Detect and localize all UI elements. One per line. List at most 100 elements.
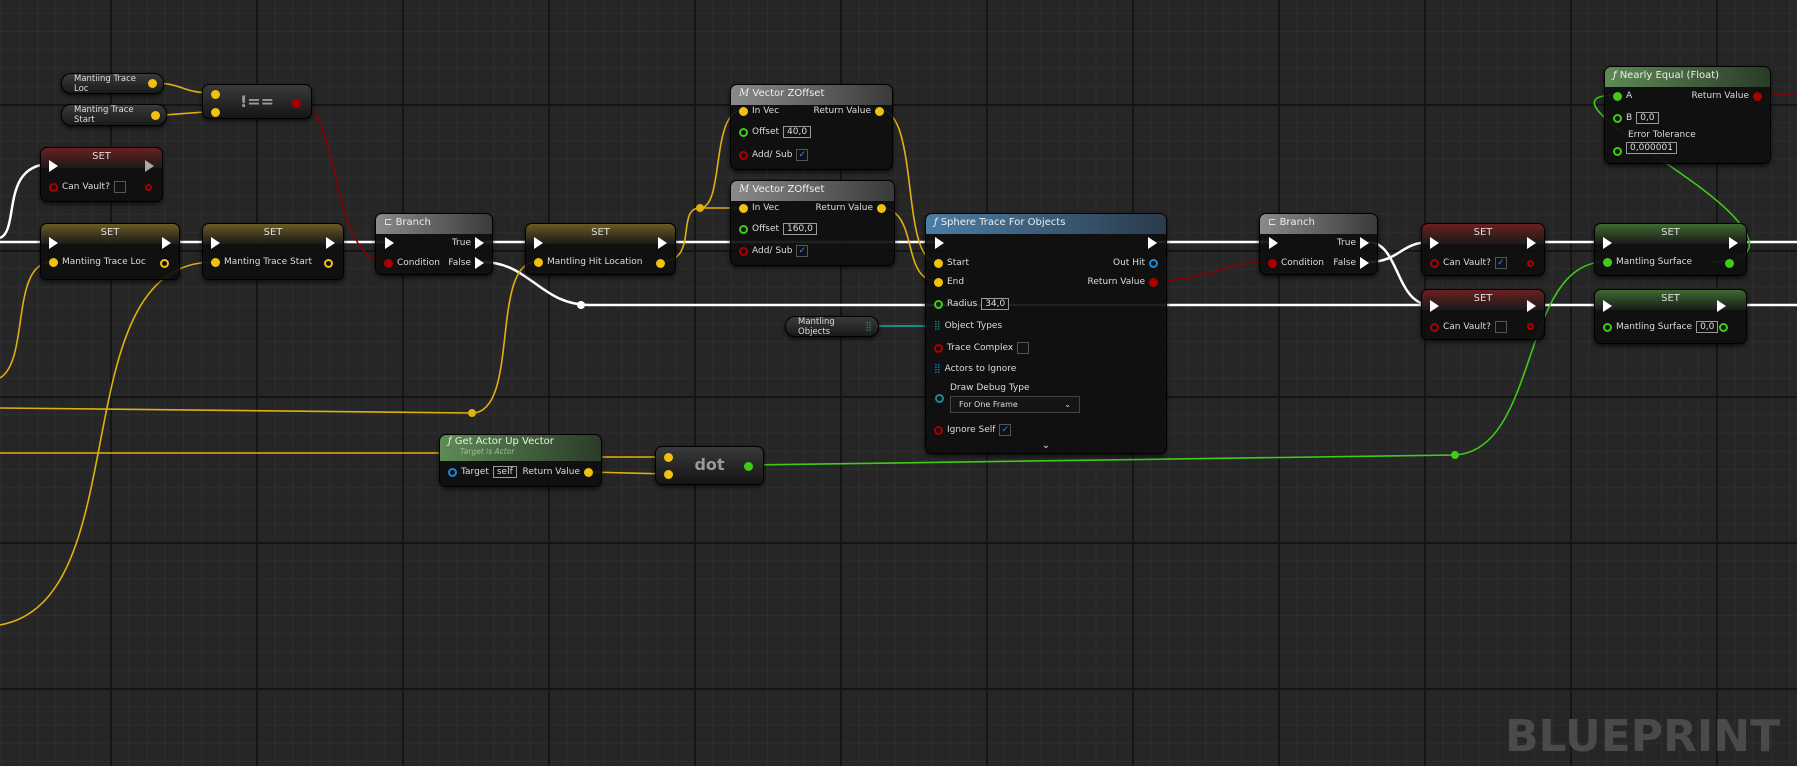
sphere-trace-for-objects-node[interactable]: ƒ Sphere Trace For Objects Start Out Hit… [925, 213, 1167, 454]
vector-zoffset-node[interactable]: M Vector ZOffset In Vec Return Value Off… [730, 180, 895, 266]
exec-out-pin[interactable] [1148, 237, 1157, 249]
exec-out-pin[interactable] [326, 237, 335, 249]
vector-pin[interactable] [148, 79, 157, 88]
offset-pin[interactable] [739, 127, 748, 137]
exec-in-pin[interactable] [534, 237, 543, 249]
bool-pin[interactable] [49, 182, 58, 192]
return-value-pin[interactable] [875, 106, 884, 116]
exec-out-pin[interactable] [1729, 237, 1738, 249]
return-value-pin[interactable] [584, 467, 593, 477]
bool-out-pin[interactable] [145, 184, 152, 191]
return-value-pin[interactable] [1753, 91, 1762, 101]
get-manting-trace-start[interactable]: Manting Trace Start [61, 104, 167, 126]
add-sub-checkbox[interactable]: ✓ [796, 245, 809, 257]
can-vault-checkbox[interactable] [113, 181, 126, 193]
draw-debug-type-dropdown[interactable]: For One Frame ⌄ [950, 396, 1080, 413]
ignore-self-pin[interactable] [934, 425, 943, 435]
can-vault-checkbox[interactable]: ✓ [1494, 257, 1507, 269]
set-mantling-surface-node[interactable]: SET Mantling Surface [1594, 223, 1747, 276]
target-pin[interactable] [448, 467, 457, 477]
output-pin[interactable] [744, 462, 753, 471]
mantling-surface-input[interactable]: 0,0 [1696, 321, 1719, 333]
offset-input[interactable]: 40,0 [783, 126, 812, 138]
output-pin[interactable] [292, 99, 301, 108]
trace-complex-pin[interactable] [934, 343, 943, 353]
bool-out-pin[interactable] [1527, 260, 1534, 267]
can-vault-checkbox[interactable] [1494, 321, 1507, 333]
add-sub-pin[interactable] [739, 246, 748, 256]
exec-in-pin[interactable] [49, 160, 58, 172]
set-can-vault-node[interactable]: SET Can Vault? [40, 147, 163, 202]
end-pin[interactable] [934, 277, 943, 287]
exec-out-pin[interactable] [145, 160, 154, 172]
dot-product-node[interactable]: dot [655, 446, 764, 485]
exec-out-pin[interactable] [1527, 237, 1536, 249]
exec-in-pin[interactable] [1269, 237, 1278, 249]
b-pin[interactable] [1613, 113, 1622, 123]
vector-pin[interactable] [151, 110, 160, 120]
exec-out-pin[interactable] [162, 237, 171, 249]
exec-in-pin[interactable] [935, 237, 944, 249]
nearly-equal-float-node[interactable]: ƒ Nearly Equal (Float) A Return Value B0… [1604, 66, 1771, 164]
exec-in-pin[interactable] [1603, 300, 1612, 312]
condition-pin[interactable] [1268, 258, 1277, 268]
float-out-pin[interactable] [1725, 259, 1734, 268]
false-exec-pin[interactable] [1360, 257, 1369, 269]
return-value-pin[interactable] [1149, 277, 1158, 287]
exec-in-pin[interactable] [1603, 237, 1612, 249]
exec-out-pin[interactable] [658, 237, 667, 249]
return-value-pin[interactable] [877, 203, 886, 213]
true-exec-pin[interactable] [475, 237, 484, 249]
in-vec-pin[interactable] [739, 106, 748, 116]
branch-node[interactable]: ⊏ Branch True Condition False [375, 213, 493, 275]
exec-out-pin[interactable] [1527, 300, 1536, 312]
a-pin[interactable] [1613, 91, 1622, 101]
radius-pin[interactable] [934, 299, 943, 309]
offset-pin[interactable] [739, 224, 748, 234]
ignore-self-checkbox[interactable]: ✓ [999, 424, 1012, 436]
true-exec-pin[interactable] [1360, 237, 1369, 249]
set-mantling-hit-location-node[interactable]: SET Mantling Hit Location [525, 223, 676, 275]
vector-out-pin[interactable] [160, 259, 169, 268]
vector-pin[interactable] [211, 257, 220, 267]
branch-node[interactable]: ⊏ Branch True Condition False [1259, 213, 1378, 275]
float-out-pin[interactable] [1719, 323, 1728, 332]
trace-complex-checkbox[interactable] [1017, 342, 1030, 354]
exec-in-pin[interactable] [211, 237, 220, 249]
get-mantling-trace-loc[interactable]: Mantiing Trace Loc [61, 73, 164, 94]
exec-in-pin[interactable] [49, 237, 58, 249]
bool-out-pin[interactable] [1527, 323, 1534, 330]
in-vec-pin[interactable] [739, 203, 748, 213]
vector-out-pin[interactable] [656, 259, 665, 268]
start-pin[interactable] [934, 258, 943, 268]
get-mantling-objects[interactable]: Mantling Objects ⣿ [785, 316, 879, 337]
set-manting-trace-start-node[interactable]: SET Manting Trace Start [202, 223, 344, 280]
draw-debug-pin[interactable] [935, 394, 944, 403]
float-pin[interactable] [1603, 257, 1612, 267]
radius-input[interactable]: 34,0 [981, 298, 1010, 310]
vector-zoffset-node[interactable]: M Vector ZOffset In Vec Return Value Off… [730, 84, 893, 170]
array-pin-icon[interactable]: ⣿ [934, 364, 941, 374]
set-mantling-trace-loc-node[interactable]: SET Mantiing Trace Loc [40, 223, 180, 280]
error-tolerance-pin[interactable] [1613, 147, 1622, 156]
b-input[interactable]: 0,0 [1636, 112, 1659, 124]
offset-input[interactable]: 160,0 [783, 223, 817, 235]
array-pin-icon[interactable]: ⣿ [934, 321, 941, 331]
target-input[interactable]: self [492, 466, 517, 478]
bool-pin[interactable] [1430, 322, 1439, 332]
vector-out-pin[interactable] [324, 259, 333, 268]
vector-pin[interactable] [49, 257, 58, 267]
exec-in-pin[interactable] [1430, 237, 1439, 249]
add-sub-pin[interactable] [739, 150, 748, 160]
error-tolerance-input[interactable]: 0,000001 [1626, 142, 1677, 154]
out-hit-pin[interactable] [1149, 258, 1158, 268]
condition-pin[interactable] [384, 258, 393, 268]
exec-in-pin[interactable] [385, 237, 394, 249]
exec-in-pin[interactable] [1430, 300, 1439, 312]
expand-chevron-icon[interactable]: ⌄ [926, 440, 1166, 451]
set-can-vault-true-node[interactable]: SET Can Vault? ✓ [1421, 223, 1545, 276]
exec-out-pin[interactable] [1717, 300, 1726, 312]
not-equal-node[interactable]: !== [202, 84, 312, 119]
bool-pin[interactable] [1430, 258, 1439, 268]
set-can-vault-false-node[interactable]: SET Can Vault? [1421, 289, 1545, 340]
